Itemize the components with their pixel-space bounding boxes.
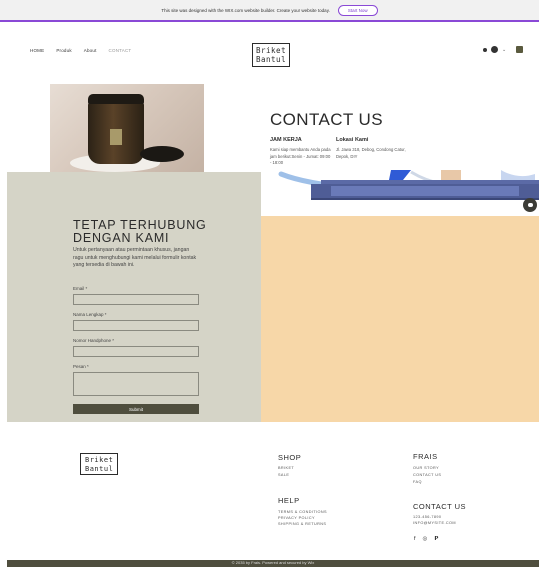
phone-field[interactable] — [73, 346, 199, 357]
chat-icon — [527, 203, 533, 207]
nav-item-home[interactable]: HOME — [30, 48, 44, 53]
cart-icon[interactable] — [516, 46, 524, 53]
footer-link-briket[interactable]: BRIKET — [278, 466, 294, 470]
contact-form-panel: TETAP TERHUBUNG DENGAN KAMI Untuk pertan… — [7, 172, 261, 422]
chevron-down-icon[interactable]: ⌄ — [502, 47, 506, 53]
logo-line-2: Bantul — [256, 55, 287, 64]
location-text: Jl. Jawa 318, Debog, Condong Catur, Depo… — [336, 147, 406, 159]
candle-lid-shape — [88, 94, 144, 104]
footer-link-our-story[interactable]: OUR STORY — [413, 466, 439, 470]
nav-item-contact[interactable]: CONTACT — [109, 48, 132, 53]
email-label: Email * — [73, 286, 88, 291]
footer-phone: 123-456-7890 — [413, 515, 442, 519]
main-nav: HOME Produk About CONTACT — [30, 48, 131, 53]
footer-logo-line-1: Briket — [85, 456, 114, 464]
start-now-button[interactable]: Start Now — [337, 4, 378, 16]
peach-panel — [261, 216, 539, 422]
footer-shop-title: SHOP — [278, 453, 302, 462]
message-field[interactable] — [73, 372, 199, 396]
spare-lid-shape — [140, 146, 184, 162]
email-field[interactable] — [73, 294, 199, 305]
hours-title: JAM KERJA — [270, 137, 302, 143]
contact-title: CONTACT US — [270, 110, 383, 129]
location-title: Lokasi Kami — [336, 137, 369, 143]
footer-logo-line-2: Bantul — [85, 464, 114, 473]
name-label: Nama Lengkap * — [73, 312, 107, 317]
nav-item-produk[interactable]: Produk — [56, 48, 71, 53]
wix-banner: This site was designed with the WIX.com … — [0, 0, 539, 22]
copyright-bar: © 2035 by Frais. Powered and secured by … — [7, 560, 539, 567]
candle-photo — [50, 84, 204, 172]
message-label: Pesan * — [73, 364, 89, 369]
submit-button[interactable]: Submit — [73, 404, 199, 414]
footer-link-shipping[interactable]: SHIPPING & RETURNS — [278, 522, 326, 526]
copyright-text: © 2035 by Frais. Powered and secured by … — [231, 560, 315, 565]
form-description: Untuk pertanyaan atau permintaan khusus,… — [73, 247, 197, 268]
footer-link-privacy[interactable]: PRIVACY POLICY — [278, 516, 315, 520]
bell-icon[interactable] — [483, 47, 487, 52]
instagram-icon[interactable]: ◎ — [423, 536, 428, 542]
wix-banner-text: This site was designed with the WIX.com … — [161, 7, 330, 13]
candle-label-shape — [110, 129, 122, 145]
name-field[interactable] — [73, 320, 199, 331]
footer-logo[interactable]: Briket Bantul — [80, 453, 118, 475]
chat-button[interactable] — [523, 198, 537, 212]
header-icons: ⌄ — [483, 46, 524, 53]
pinterest-icon[interactable]: 𝗣 — [434, 536, 438, 542]
hours-text: Kami siap membantu Anda pada jam berikut… — [270, 147, 331, 165]
phone-label: Nomor Handphone * — [73, 338, 115, 343]
footer-link-faq[interactable]: FAQ — [413, 480, 422, 484]
footer-link-contact-us[interactable]: CONTACT US — [413, 473, 441, 477]
footer-link-terms[interactable]: TERMS & CONDITIONS — [278, 510, 327, 514]
footer-link-sale[interactable]: SALE — [278, 473, 289, 477]
footer-email[interactable]: INFO@MYSITE.COM — [413, 521, 456, 525]
nav-item-about[interactable]: About — [84, 48, 97, 53]
footer-help-title: HELP — [278, 496, 300, 505]
avatar-icon[interactable] — [491, 46, 498, 53]
facebook-icon[interactable]: f — [414, 536, 416, 542]
office-illustration — [261, 170, 539, 216]
form-title-line-2: DENGAN KAMI — [73, 231, 170, 245]
footer-contact-title: CONTACT US — [413, 502, 467, 511]
form-title: TETAP TERHUBUNG DENGAN KAMI — [73, 219, 207, 245]
footer-social: f ◎ 𝗣 — [414, 536, 438, 542]
logo-line-1: Briket — [256, 46, 287, 55]
site-logo[interactable]: Briket Bantul — [252, 43, 290, 67]
footer-frais-title: FRAIS — [413, 452, 438, 461]
